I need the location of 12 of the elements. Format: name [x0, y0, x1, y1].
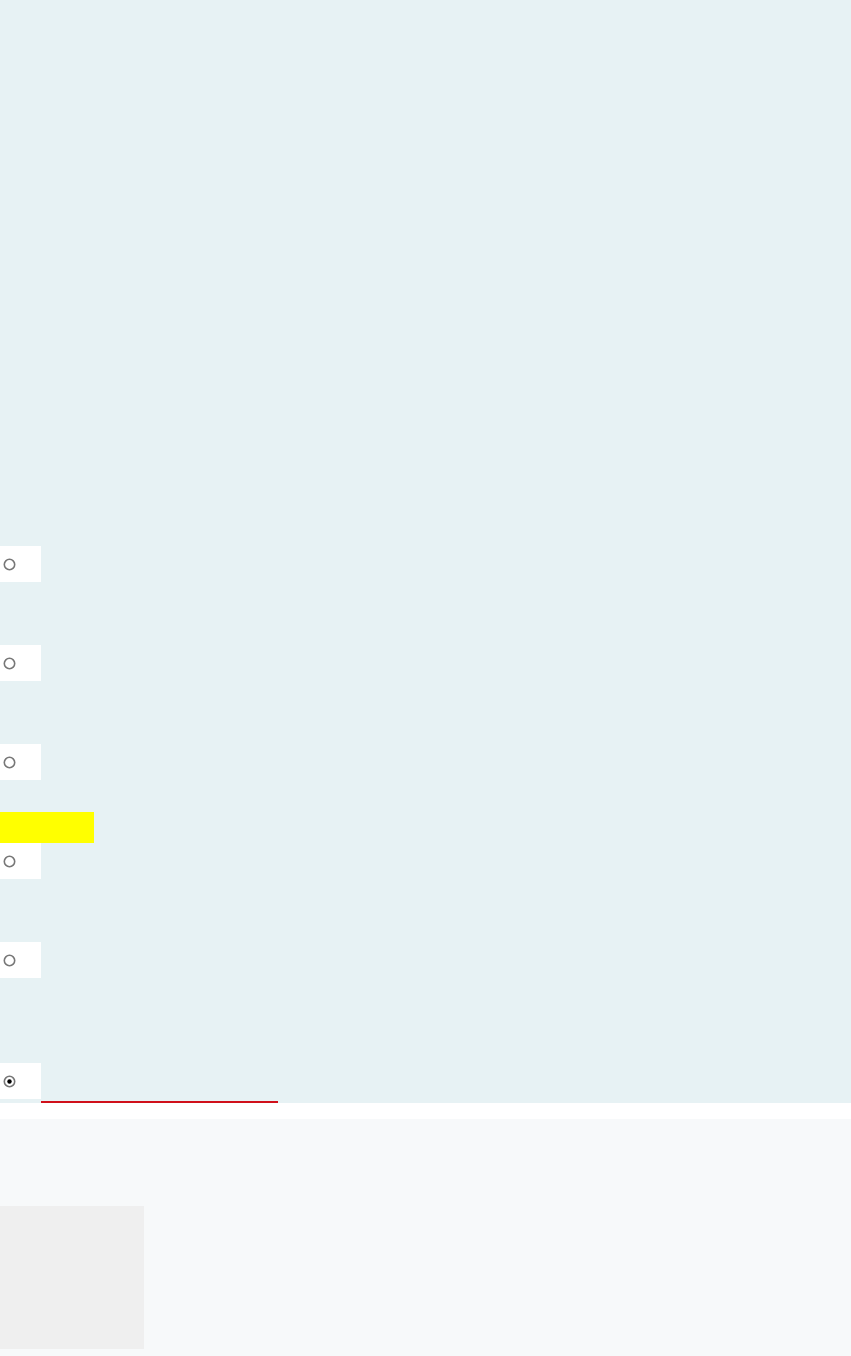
- radio-button[interactable]: [0, 942, 41, 978]
- radio-icon[interactable]: [3, 656, 16, 670]
- radio-button[interactable]: [0, 645, 41, 681]
- radio-icon[interactable]: [3, 854, 16, 868]
- radio-icon[interactable]: [3, 1074, 16, 1088]
- radio-button[interactable]: [0, 1063, 41, 1099]
- radio-button[interactable]: [0, 546, 41, 582]
- radio-button[interactable]: [0, 744, 41, 780]
- radio-icon[interactable]: [3, 953, 16, 967]
- radio-icon[interactable]: [3, 557, 16, 571]
- radio-icon[interactable]: [3, 755, 16, 769]
- radio-button[interactable]: [0, 843, 41, 879]
